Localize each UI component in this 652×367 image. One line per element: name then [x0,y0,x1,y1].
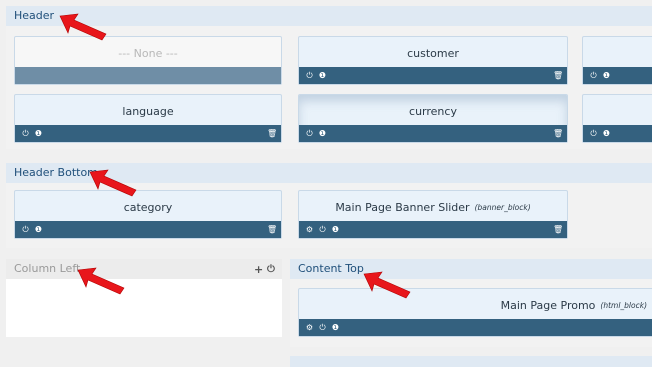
block-label: currency [409,104,457,118]
power-icon[interactable]: ⏻ [21,225,30,234]
block-toolbar: ⏻ ❶ 🗑 [15,125,281,142]
block-main-page-banner-slider[interactable]: Main Page Banner Slider (banner_block) ⚙… [298,190,568,239]
next-section-partial [290,356,652,367]
power-icon[interactable]: ⏻ [305,71,314,80]
trash-icon[interactable]: 🗑 [553,129,563,138]
plus-icon[interactable]: + [254,263,263,276]
trash-icon[interactable]: 🗑 [553,225,563,234]
info-icon[interactable]: ❶ [34,225,43,234]
block-label: Main Page Promo (html_block) [500,298,647,312]
info-icon[interactable]: ❶ [318,71,327,80]
trash-icon[interactable]: 🗑 [267,225,277,234]
gear-icon[interactable]: ⚙ [305,323,314,332]
block-partial-right[interactable]: ⏻ ❶ [582,94,652,143]
block-toolbar: ⚙ ⏻ ❶ 🗑 [299,221,567,238]
red-arrow-icon [89,169,137,197]
block-label: category [123,200,173,214]
block-main-page-promo[interactable]: Main Page Promo (html_block) ⚙ ⏻ ❶ [298,288,652,337]
section-title-column-left: Column Left [6,259,282,279]
info-icon[interactable]: ❶ [318,129,327,138]
block-customer[interactable]: customer ⏻ ❶ 🗑 [298,36,568,85]
info-icon[interactable]: ❶ [602,129,611,138]
block-category[interactable]: category ⏻ ❶ 🗑 [14,190,282,239]
block-toolbar [15,67,281,84]
block-toolbar: ⏻ ❶ 🗑 [299,67,567,84]
red-arrow-icon [77,267,125,295]
power-icon[interactable]: ⏻ [318,323,327,332]
power-icon[interactable]: ⏻ [589,129,598,138]
power-icon[interactable]: ⏻ [589,71,598,80]
info-icon[interactable]: ❶ [331,225,340,234]
section-title-content-top: Content Top [290,259,652,279]
block-label: --- None --- [118,46,178,60]
power-icon[interactable]: ⏻ [21,129,30,138]
block-currency[interactable]: currency ⏻ ❶ 🗑 [298,94,568,143]
info-icon[interactable]: ❶ [602,71,611,80]
red-arrow-icon [363,271,411,299]
block-label: Main Page Banner Slider (banner_block) [335,200,531,214]
block-toolbar: ⏻ ❶ [583,67,652,84]
trash-icon[interactable]: 🗑 [553,71,563,80]
block-toolbar: ⏻ ❶ [583,125,652,142]
block-language[interactable]: language ⏻ ❶ 🗑 [14,94,282,143]
power-icon[interactable]: ⏻ [305,129,314,138]
block-label: customer [407,46,459,60]
gear-icon[interactable]: ⚙ [305,225,314,234]
info-icon[interactable]: ❶ [331,323,340,332]
block-toolbar: ⏻ ❶ 🗑 [15,221,281,238]
red-arrow-icon [59,13,107,41]
power-icon[interactable]: ⏻ [267,264,275,275]
block-toolbar: ⚙ ⏻ ❶ [299,319,652,336]
block-toolbar: ⏻ ❶ 🗑 [299,125,567,142]
power-icon[interactable]: ⏻ [318,225,327,234]
block-none[interactable]: --- None --- [14,36,282,85]
trash-icon[interactable]: 🗑 [267,129,277,138]
block-partial-right[interactable]: ⏻ ❶ [582,36,652,85]
info-icon[interactable]: ❶ [34,129,43,138]
block-label: language [122,104,174,118]
